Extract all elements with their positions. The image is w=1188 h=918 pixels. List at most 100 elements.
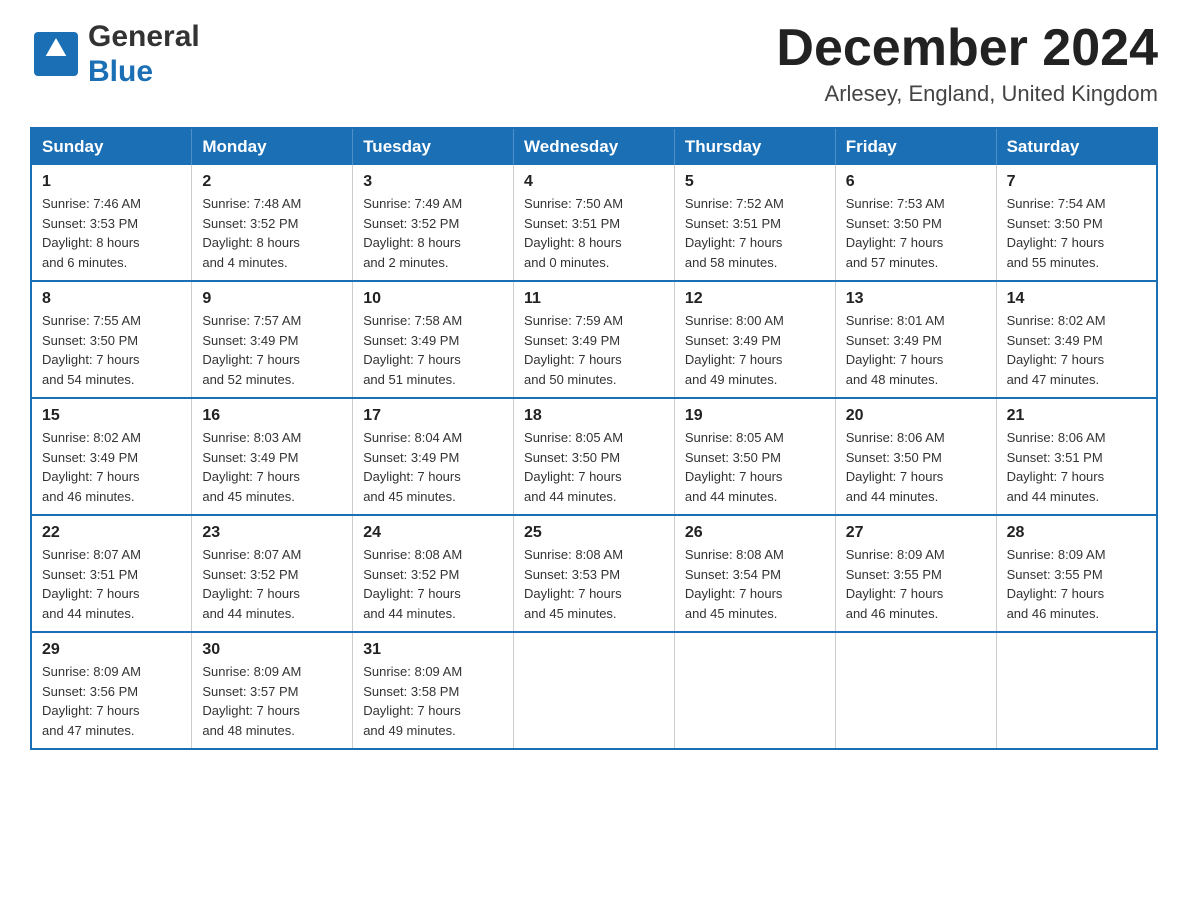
calendar-cell: 25 Sunrise: 8:08 AMSunset: 3:53 PMDaylig… xyxy=(514,515,675,632)
calendar-cell: 18 Sunrise: 8:05 AMSunset: 3:50 PMDaylig… xyxy=(514,398,675,515)
calendar-cell: 30 Sunrise: 8:09 AMSunset: 3:57 PMDaylig… xyxy=(192,632,353,749)
col-header-sunday: Sunday xyxy=(31,128,192,165)
day-number: 17 xyxy=(363,407,503,425)
day-number: 10 xyxy=(363,290,503,308)
day-info: Sunrise: 7:52 AMSunset: 3:51 PMDaylight:… xyxy=(685,196,784,270)
day-info: Sunrise: 8:08 AMSunset: 3:54 PMDaylight:… xyxy=(685,547,784,621)
calendar-cell: 24 Sunrise: 8:08 AMSunset: 3:52 PMDaylig… xyxy=(353,515,514,632)
calendar-cell xyxy=(674,632,835,749)
calendar-cell: 29 Sunrise: 8:09 AMSunset: 3:56 PMDaylig… xyxy=(31,632,192,749)
day-info: Sunrise: 8:05 AMSunset: 3:50 PMDaylight:… xyxy=(685,430,784,504)
day-number: 18 xyxy=(524,407,664,425)
day-info: Sunrise: 7:53 AMSunset: 3:50 PMDaylight:… xyxy=(846,196,945,270)
day-info: Sunrise: 7:59 AMSunset: 3:49 PMDaylight:… xyxy=(524,313,623,387)
logo: General Blue xyxy=(30,20,200,89)
day-number: 13 xyxy=(846,290,986,308)
logo-general-text: General xyxy=(88,20,200,55)
location: Arlesey, England, United Kingdom xyxy=(776,81,1158,107)
day-number: 28 xyxy=(1007,524,1146,542)
col-header-thursday: Thursday xyxy=(674,128,835,165)
month-title: December 2024 xyxy=(776,20,1158,77)
day-info: Sunrise: 7:50 AMSunset: 3:51 PMDaylight:… xyxy=(524,196,623,270)
day-info: Sunrise: 8:09 AMSunset: 3:55 PMDaylight:… xyxy=(846,547,945,621)
calendar-cell: 16 Sunrise: 8:03 AMSunset: 3:49 PMDaylig… xyxy=(192,398,353,515)
calendar-cell: 6 Sunrise: 7:53 AMSunset: 3:50 PMDayligh… xyxy=(835,165,996,281)
day-info: Sunrise: 8:08 AMSunset: 3:52 PMDaylight:… xyxy=(363,547,462,621)
title-block: December 2024 Arlesey, England, United K… xyxy=(776,20,1158,107)
day-number: 9 xyxy=(202,290,342,308)
calendar-cell: 22 Sunrise: 8:07 AMSunset: 3:51 PMDaylig… xyxy=(31,515,192,632)
day-info: Sunrise: 7:49 AMSunset: 3:52 PMDaylight:… xyxy=(363,196,462,270)
day-number: 12 xyxy=(685,290,825,308)
day-number: 7 xyxy=(1007,173,1146,191)
day-info: Sunrise: 8:09 AMSunset: 3:55 PMDaylight:… xyxy=(1007,547,1106,621)
day-number: 25 xyxy=(524,524,664,542)
calendar-cell: 17 Sunrise: 8:04 AMSunset: 3:49 PMDaylig… xyxy=(353,398,514,515)
calendar-cell: 15 Sunrise: 8:02 AMSunset: 3:49 PMDaylig… xyxy=(31,398,192,515)
day-number: 6 xyxy=(846,173,986,191)
calendar-cell xyxy=(514,632,675,749)
day-number: 4 xyxy=(524,173,664,191)
calendar-cell: 21 Sunrise: 8:06 AMSunset: 3:51 PMDaylig… xyxy=(996,398,1157,515)
calendar-cell: 28 Sunrise: 8:09 AMSunset: 3:55 PMDaylig… xyxy=(996,515,1157,632)
day-number: 19 xyxy=(685,407,825,425)
calendar-cell: 12 Sunrise: 8:00 AMSunset: 3:49 PMDaylig… xyxy=(674,281,835,398)
calendar-cell: 10 Sunrise: 7:58 AMSunset: 3:49 PMDaylig… xyxy=(353,281,514,398)
day-info: Sunrise: 8:07 AMSunset: 3:51 PMDaylight:… xyxy=(42,547,141,621)
day-info: Sunrise: 8:06 AMSunset: 3:50 PMDaylight:… xyxy=(846,430,945,504)
day-number: 3 xyxy=(363,173,503,191)
day-number: 22 xyxy=(42,524,181,542)
page-header: General Blue December 2024 Arlesey, Engl… xyxy=(30,20,1158,107)
logo-icon xyxy=(30,28,82,80)
day-number: 26 xyxy=(685,524,825,542)
col-header-saturday: Saturday xyxy=(996,128,1157,165)
day-number: 29 xyxy=(42,641,181,659)
day-number: 21 xyxy=(1007,407,1146,425)
day-info: Sunrise: 7:57 AMSunset: 3:49 PMDaylight:… xyxy=(202,313,301,387)
calendar-cell xyxy=(996,632,1157,749)
day-number: 31 xyxy=(363,641,503,659)
day-info: Sunrise: 8:04 AMSunset: 3:49 PMDaylight:… xyxy=(363,430,462,504)
calendar-cell: 3 Sunrise: 7:49 AMSunset: 3:52 PMDayligh… xyxy=(353,165,514,281)
calendar-cell: 7 Sunrise: 7:54 AMSunset: 3:50 PMDayligh… xyxy=(996,165,1157,281)
calendar-table: SundayMondayTuesdayWednesdayThursdayFrid… xyxy=(30,127,1158,750)
calendar-cell: 1 Sunrise: 7:46 AMSunset: 3:53 PMDayligh… xyxy=(31,165,192,281)
col-header-monday: Monday xyxy=(192,128,353,165)
day-info: Sunrise: 8:02 AMSunset: 3:49 PMDaylight:… xyxy=(1007,313,1106,387)
calendar-cell: 31 Sunrise: 8:09 AMSunset: 3:58 PMDaylig… xyxy=(353,632,514,749)
calendar-cell: 27 Sunrise: 8:09 AMSunset: 3:55 PMDaylig… xyxy=(835,515,996,632)
calendar-cell: 5 Sunrise: 7:52 AMSunset: 3:51 PMDayligh… xyxy=(674,165,835,281)
day-info: Sunrise: 8:09 AMSunset: 3:57 PMDaylight:… xyxy=(202,664,301,738)
day-info: Sunrise: 8:05 AMSunset: 3:50 PMDaylight:… xyxy=(524,430,623,504)
calendar-cell: 13 Sunrise: 8:01 AMSunset: 3:49 PMDaylig… xyxy=(835,281,996,398)
day-number: 2 xyxy=(202,173,342,191)
calendar-cell: 4 Sunrise: 7:50 AMSunset: 3:51 PMDayligh… xyxy=(514,165,675,281)
day-number: 27 xyxy=(846,524,986,542)
day-number: 5 xyxy=(685,173,825,191)
day-number: 24 xyxy=(363,524,503,542)
day-info: Sunrise: 8:02 AMSunset: 3:49 PMDaylight:… xyxy=(42,430,141,504)
day-number: 14 xyxy=(1007,290,1146,308)
day-info: Sunrise: 8:06 AMSunset: 3:51 PMDaylight:… xyxy=(1007,430,1106,504)
day-info: Sunrise: 7:48 AMSunset: 3:52 PMDaylight:… xyxy=(202,196,301,270)
day-number: 8 xyxy=(42,290,181,308)
logo-blue-text: Blue xyxy=(88,55,200,90)
calendar-cell: 9 Sunrise: 7:57 AMSunset: 3:49 PMDayligh… xyxy=(192,281,353,398)
day-info: Sunrise: 8:09 AMSunset: 3:56 PMDaylight:… xyxy=(42,664,141,738)
calendar-cell: 14 Sunrise: 8:02 AMSunset: 3:49 PMDaylig… xyxy=(996,281,1157,398)
calendar-cell: 23 Sunrise: 8:07 AMSunset: 3:52 PMDaylig… xyxy=(192,515,353,632)
day-info: Sunrise: 8:01 AMSunset: 3:49 PMDaylight:… xyxy=(846,313,945,387)
day-info: Sunrise: 8:08 AMSunset: 3:53 PMDaylight:… xyxy=(524,547,623,621)
calendar-cell: 11 Sunrise: 7:59 AMSunset: 3:49 PMDaylig… xyxy=(514,281,675,398)
day-info: Sunrise: 7:46 AMSunset: 3:53 PMDaylight:… xyxy=(42,196,141,270)
day-number: 15 xyxy=(42,407,181,425)
day-info: Sunrise: 8:07 AMSunset: 3:52 PMDaylight:… xyxy=(202,547,301,621)
day-info: Sunrise: 8:00 AMSunset: 3:49 PMDaylight:… xyxy=(685,313,784,387)
calendar-cell: 20 Sunrise: 8:06 AMSunset: 3:50 PMDaylig… xyxy=(835,398,996,515)
day-info: Sunrise: 7:55 AMSunset: 3:50 PMDaylight:… xyxy=(42,313,141,387)
calendar-cell xyxy=(835,632,996,749)
calendar-cell: 19 Sunrise: 8:05 AMSunset: 3:50 PMDaylig… xyxy=(674,398,835,515)
day-number: 1 xyxy=(42,173,181,191)
col-header-friday: Friday xyxy=(835,128,996,165)
calendar-cell: 2 Sunrise: 7:48 AMSunset: 3:52 PMDayligh… xyxy=(192,165,353,281)
